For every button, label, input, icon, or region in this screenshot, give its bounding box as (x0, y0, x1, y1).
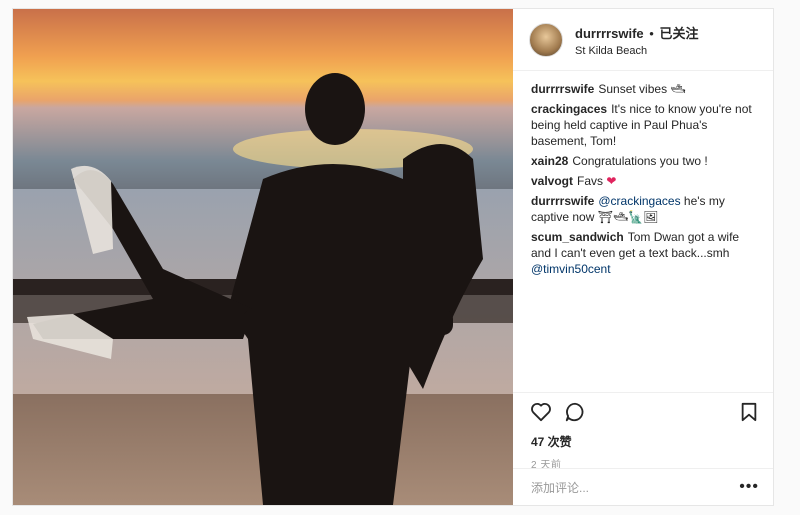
comment-username[interactable]: valvogt (531, 174, 573, 188)
comment-username[interactable]: xain28 (531, 154, 568, 168)
like-button[interactable] (529, 400, 553, 424)
comment-username[interactable]: crackingaces (531, 102, 607, 116)
heart-icon (531, 403, 551, 422)
list-item: crackingaces It's nice to know you're not… (531, 101, 759, 149)
comment-username[interactable]: durrrrswife (531, 82, 594, 96)
add-comment-bar: 添加评论... ••• (513, 468, 773, 505)
comment-icon (565, 402, 584, 422)
list-item: valvogt Favs ❤ (531, 173, 759, 189)
follow-status[interactable]: 已关注 (659, 26, 698, 41)
list-item: scum_sandwich Tom Dwan got a wife and I c… (531, 229, 759, 277)
comment-input[interactable]: 添加评论... (531, 479, 739, 496)
comment-mention[interactable]: @crackingaces (598, 194, 680, 208)
header-separator: • (649, 25, 654, 41)
post-footer: 47 次赞 2 天前 (513, 392, 773, 471)
save-button[interactable] (737, 400, 761, 424)
comment-text: Favs (577, 174, 604, 188)
post-photo[interactable] (13, 9, 513, 505)
like-count[interactable]: 47 次赞 (513, 433, 773, 450)
caption: durrrrswife Sunset vibes 🛥 (531, 81, 759, 97)
author-username[interactable]: durrrrswife (575, 26, 644, 41)
comment-mention[interactable]: @timvin50cent (531, 262, 611, 276)
action-bar (513, 393, 773, 431)
location[interactable]: St Kilda Beach (575, 45, 698, 57)
sunset-photo (13, 9, 513, 505)
comment-text: Congratulations you two ! (572, 154, 708, 168)
post-card: durrrrswife • 已关注 St Kilda Beach durrrrs… (12, 8, 774, 506)
avatar[interactable] (529, 22, 563, 57)
header-line: durrrrswife • 已关注 (575, 23, 698, 42)
post-header: durrrrswife • 已关注 St Kilda Beach (513, 9, 773, 71)
header-text: durrrrswife • 已关注 St Kilda Beach (575, 23, 698, 57)
list-item: xain28 Congratulations you two ! (531, 153, 759, 169)
bookmark-icon (741, 402, 757, 422)
list-item: durrrrswife @crackingaces he's my captive… (531, 193, 759, 225)
comment-list: durrrrswife Sunset vibes 🛥 crackingaces It… (513, 71, 773, 281)
comment-username[interactable]: durrrrswife (531, 194, 594, 208)
comment-username[interactable]: scum_sandwich (531, 230, 624, 244)
comment-text: Sunset vibes 🛥 (598, 82, 686, 96)
comment-button[interactable] (563, 400, 587, 424)
post-sidebar: durrrrswife • 已关注 St Kilda Beach durrrrs… (513, 9, 773, 505)
more-options-icon[interactable]: ••• (739, 478, 759, 496)
heart-emoji-icon: ❤ (606, 174, 617, 188)
